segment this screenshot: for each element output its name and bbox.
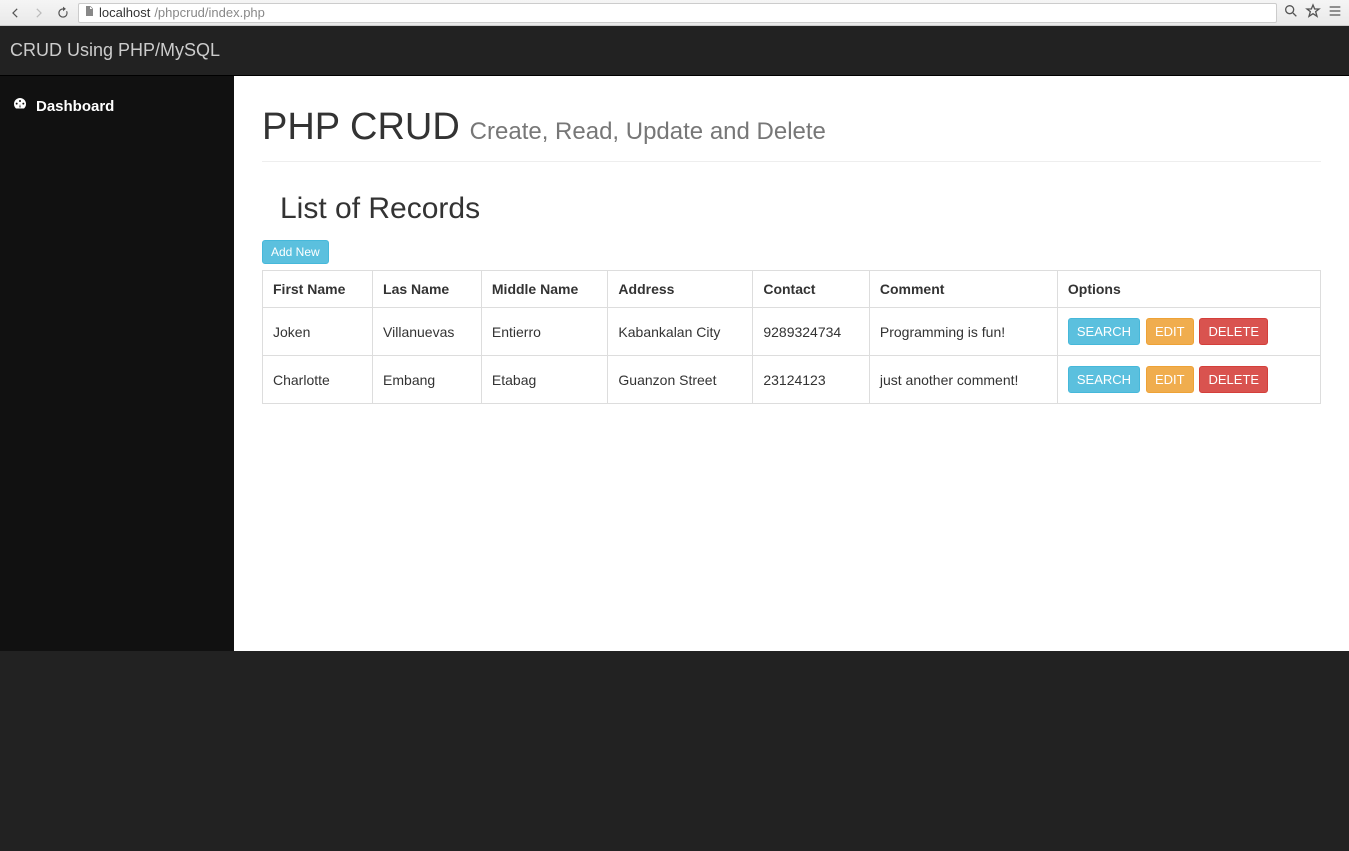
url-path: /phpcrud/index.php <box>154 5 265 20</box>
cell-options: SEARCH EDIT DELETE <box>1057 308 1320 356</box>
reload-icon <box>56 6 70 20</box>
page-subtitle: Create, Read, Update and Delete <box>470 118 826 145</box>
cell-comment: just another comment! <box>869 356 1057 404</box>
reload-button[interactable] <box>54 4 72 22</box>
table-row: Charlotte Embang Etabag Guanzon Street 2… <box>263 356 1321 404</box>
cell-comment: Programming is fun! <box>869 308 1057 356</box>
col-middle-name: Middle Name <box>481 271 608 308</box>
table-row: Joken Villanuevas Entierro Kabankalan Ci… <box>263 308 1321 356</box>
col-first-name: First Name <box>263 271 373 308</box>
bookmark-icon[interactable] <box>1305 3 1321 22</box>
back-button[interactable] <box>6 4 24 22</box>
sidebar: Dashboard <box>0 76 234 651</box>
records-table: First Name Las Name Middle Name Address … <box>262 270 1321 404</box>
navbar: CRUD Using PHP/MySQL <box>0 26 1349 76</box>
cell-first: Charlotte <box>263 356 373 404</box>
url-host: localhost <box>99 5 150 20</box>
delete-button[interactable]: DELETE <box>1199 318 1268 345</box>
col-contact: Contact <box>753 271 870 308</box>
edit-button[interactable]: EDIT <box>1146 318 1194 345</box>
dashboard-icon <box>12 96 28 116</box>
page-title: PHP CRUD <box>262 106 460 148</box>
forward-button[interactable] <box>30 4 48 22</box>
zoom-icon[interactable] <box>1283 3 1299 22</box>
search-button[interactable]: SEARCH <box>1068 366 1140 393</box>
add-new-button[interactable]: Add New <box>262 240 329 264</box>
chrome-tools <box>1283 3 1343 22</box>
browser-chrome: localhost/phpcrud/index.php <box>0 0 1349 26</box>
menu-icon[interactable] <box>1327 3 1343 22</box>
cell-last: Embang <box>373 356 482 404</box>
cell-first: Joken <box>263 308 373 356</box>
col-comment: Comment <box>869 271 1057 308</box>
table-header-row: First Name Las Name Middle Name Address … <box>263 271 1321 308</box>
page-icon <box>83 5 95 20</box>
sidebar-item-dashboard[interactable]: Dashboard <box>0 86 234 126</box>
cell-last: Villanuevas <box>373 308 482 356</box>
below-area <box>0 651 1349 851</box>
arrow-right-icon <box>32 6 46 20</box>
app-layout: Dashboard PHP CRUD Create, Read, Update … <box>0 76 1349 651</box>
cell-options: SEARCH EDIT DELETE <box>1057 356 1320 404</box>
arrow-left-icon <box>8 6 22 20</box>
col-address: Address <box>608 271 753 308</box>
app-title: CRUD Using PHP/MySQL <box>10 40 220 61</box>
cell-contact: 23124123 <box>753 356 870 404</box>
cell-middle: Etabag <box>481 356 608 404</box>
col-last-name: Las Name <box>373 271 482 308</box>
col-options: Options <box>1057 271 1320 308</box>
cell-contact: 9289324734 <box>753 308 870 356</box>
search-button[interactable]: SEARCH <box>1068 318 1140 345</box>
url-bar[interactable]: localhost/phpcrud/index.php <box>78 3 1277 23</box>
section-title: List of Records <box>280 192 1321 226</box>
sidebar-item-label: Dashboard <box>36 98 114 115</box>
main-content: PHP CRUD Create, Read, Update and Delete… <box>234 76 1349 651</box>
page-header: PHP CRUD Create, Read, Update and Delete <box>262 106 1321 162</box>
cell-address: Guanzon Street <box>608 356 753 404</box>
delete-button[interactable]: DELETE <box>1199 366 1268 393</box>
edit-button[interactable]: EDIT <box>1146 366 1194 393</box>
cell-address: Kabankalan City <box>608 308 753 356</box>
cell-middle: Entierro <box>481 308 608 356</box>
